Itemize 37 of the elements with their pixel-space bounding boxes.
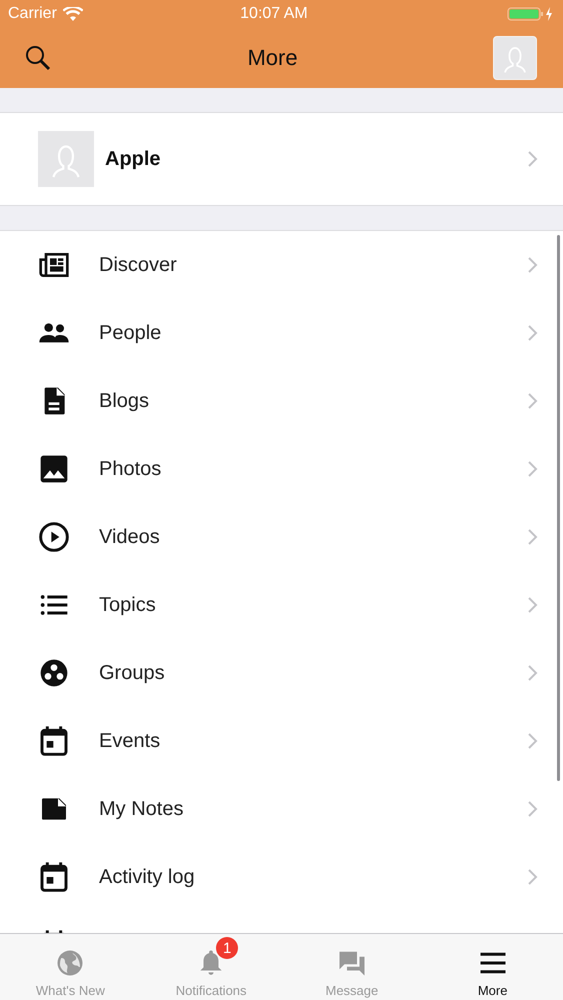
menu-item[interactable]: Discover <box>99 254 527 276</box>
battery-icon <box>507 6 555 22</box>
notification-badge: 1 <box>216 937 238 959</box>
profile-name[interactable]: Apple <box>105 148 527 170</box>
chevron-icon <box>527 664 539 682</box>
menu-item[interactable]: Videos <box>99 526 527 548</box>
chevron-icon <box>527 324 539 342</box>
chevron-icon <box>527 868 539 886</box>
chevron-icon <box>527 392 539 410</box>
globe-icon <box>55 948 86 978</box>
chevron-icon <box>527 800 539 818</box>
chevron-icon <box>527 256 539 274</box>
menu-item[interactable]: Groups <box>99 662 527 684</box>
chevron-icon <box>527 732 539 750</box>
menu-item[interactable]: Photos <box>99 458 527 480</box>
menu-item[interactable]: Events <box>99 730 527 752</box>
wifi-icon <box>62 6 83 22</box>
chevron-icon <box>527 596 539 614</box>
menu-item[interactable]: People <box>99 322 527 344</box>
image-icon <box>38 453 70 485</box>
chevron-icon <box>527 150 539 168</box>
status-time: 10:07 AM <box>240 5 308 23</box>
search-icon[interactable] <box>24 44 52 72</box>
play-icon <box>38 521 70 553</box>
calendar-icon <box>38 725 70 757</box>
nav-title: More <box>247 45 298 71</box>
chevron-icon <box>527 460 539 478</box>
menu-item[interactable]: My Notes <box>99 798 527 820</box>
chevron-icon <box>527 528 539 546</box>
carrier-name: Carrier <box>8 5 57 23</box>
menu-item[interactable]: Topics <box>99 594 527 616</box>
groups-icon <box>38 657 70 689</box>
calendar-icon <box>38 861 70 893</box>
menu-item[interactable]: Blogs <box>99 390 527 412</box>
menu-item[interactable]: Activity log <box>99 866 527 888</box>
tab[interactable]: 1 Notifications <box>140 934 282 1000</box>
tab[interactable]: More <box>422 934 563 1000</box>
